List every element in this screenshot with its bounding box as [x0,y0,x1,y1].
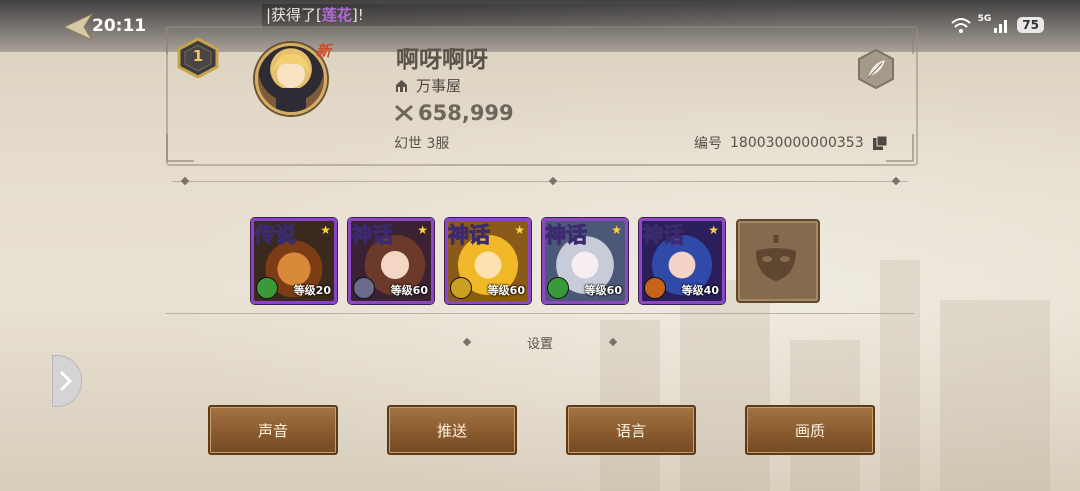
server-name: 幻世 3服 [394,136,450,152]
empty-hero-slot[interactable] [736,219,820,303]
hero-tier: 神话 [351,222,394,248]
guild-info[interactable]: 万事屋 [395,75,461,96]
hero-card[interactable]: 传说 ★ 等级20 [251,218,337,304]
rank-badge[interactable]: 1 [176,37,220,79]
faction-icon [353,277,375,299]
clock: 20:11 [92,16,147,36]
hero-level: 等级20 [293,284,331,297]
player-id: 编号 180030000000353 [694,133,888,153]
divider-ornament [462,337,472,347]
signal-icon [994,20,1008,33]
player-name: 啊呀啊呀 [396,47,488,73]
back-arrow-icon [62,12,94,42]
divider-ornament [891,176,901,186]
chevron-right-icon [59,370,73,392]
hero-card[interactable]: 神话 ★ 等级60 [445,218,531,304]
settings-title: 设置 [527,337,554,352]
hero-card[interactable]: 神话 ★ 等级60 [348,218,434,304]
star-icon: ★ [417,223,428,237]
guild-building-icon [396,79,407,92]
card-corner-ornament [166,134,194,162]
battery-indicator: 75 [1017,17,1044,33]
hero-card[interactable]: 神话 ★ 等级40 [639,218,725,304]
edit-profile-button[interactable] [856,48,896,90]
section-divider [166,313,914,314]
power-value: 658,999 [418,101,514,125]
side-expand-button[interactable] [52,355,82,407]
new-tag: 新 [316,42,332,60]
mask-icon [756,235,796,281]
hero-level: 等级60 [487,284,525,297]
hero-level: 等级60 [584,284,622,297]
section-divider [172,181,908,182]
hero-level: 等级40 [681,284,719,297]
id-label: 编号 [694,136,722,152]
star-icon: ★ [514,223,525,237]
avatar-portrait [272,53,310,112]
crossed-swords-icon [395,104,413,122]
network-type: 5G [977,14,992,24]
star-icon: ★ [708,223,719,237]
feather-quill-icon [858,48,894,90]
faction-icon [644,277,666,299]
announcement-marquee: |获得了[莲花]! [262,4,806,28]
back-button[interactable] [62,12,96,42]
hero-tier: 神话 [642,222,685,248]
copy-icon[interactable] [872,135,888,151]
faction-icon [547,277,569,299]
hero-level: 等级60 [390,284,428,297]
id-value: 180030000000353 [730,135,864,151]
push-button[interactable]: 推送 [387,405,517,455]
marquee-item: 莲花 [321,6,352,24]
star-icon: ★ [611,223,622,237]
system-icons: 5G 75 [950,14,1044,36]
hero-tier: 神话 [448,222,491,248]
star-icon: ★ [320,223,331,237]
hero-tier: 传说 [254,222,297,248]
hero-tier: 神话 [545,222,588,248]
sound-button[interactable]: 声音 [208,405,338,455]
card-corner-ornament [886,134,914,162]
marquee-suffix: ]! [351,6,364,24]
marquee-prefix: |获得了[ [266,6,322,24]
divider-ornament [180,176,190,186]
faction-icon [450,277,472,299]
graphics-quality-button[interactable]: 画质 [745,405,875,455]
rank-number: 1 [192,47,204,65]
combat-power: 658,999 [394,101,514,125]
wifi-icon [950,18,971,33]
language-button[interactable]: 语言 [566,405,696,455]
faction-icon [256,277,278,299]
divider-ornament [548,176,558,186]
hero-card[interactable]: 神话 ★ 等级60 [542,218,628,304]
guild-name: 万事屋 [416,77,462,95]
